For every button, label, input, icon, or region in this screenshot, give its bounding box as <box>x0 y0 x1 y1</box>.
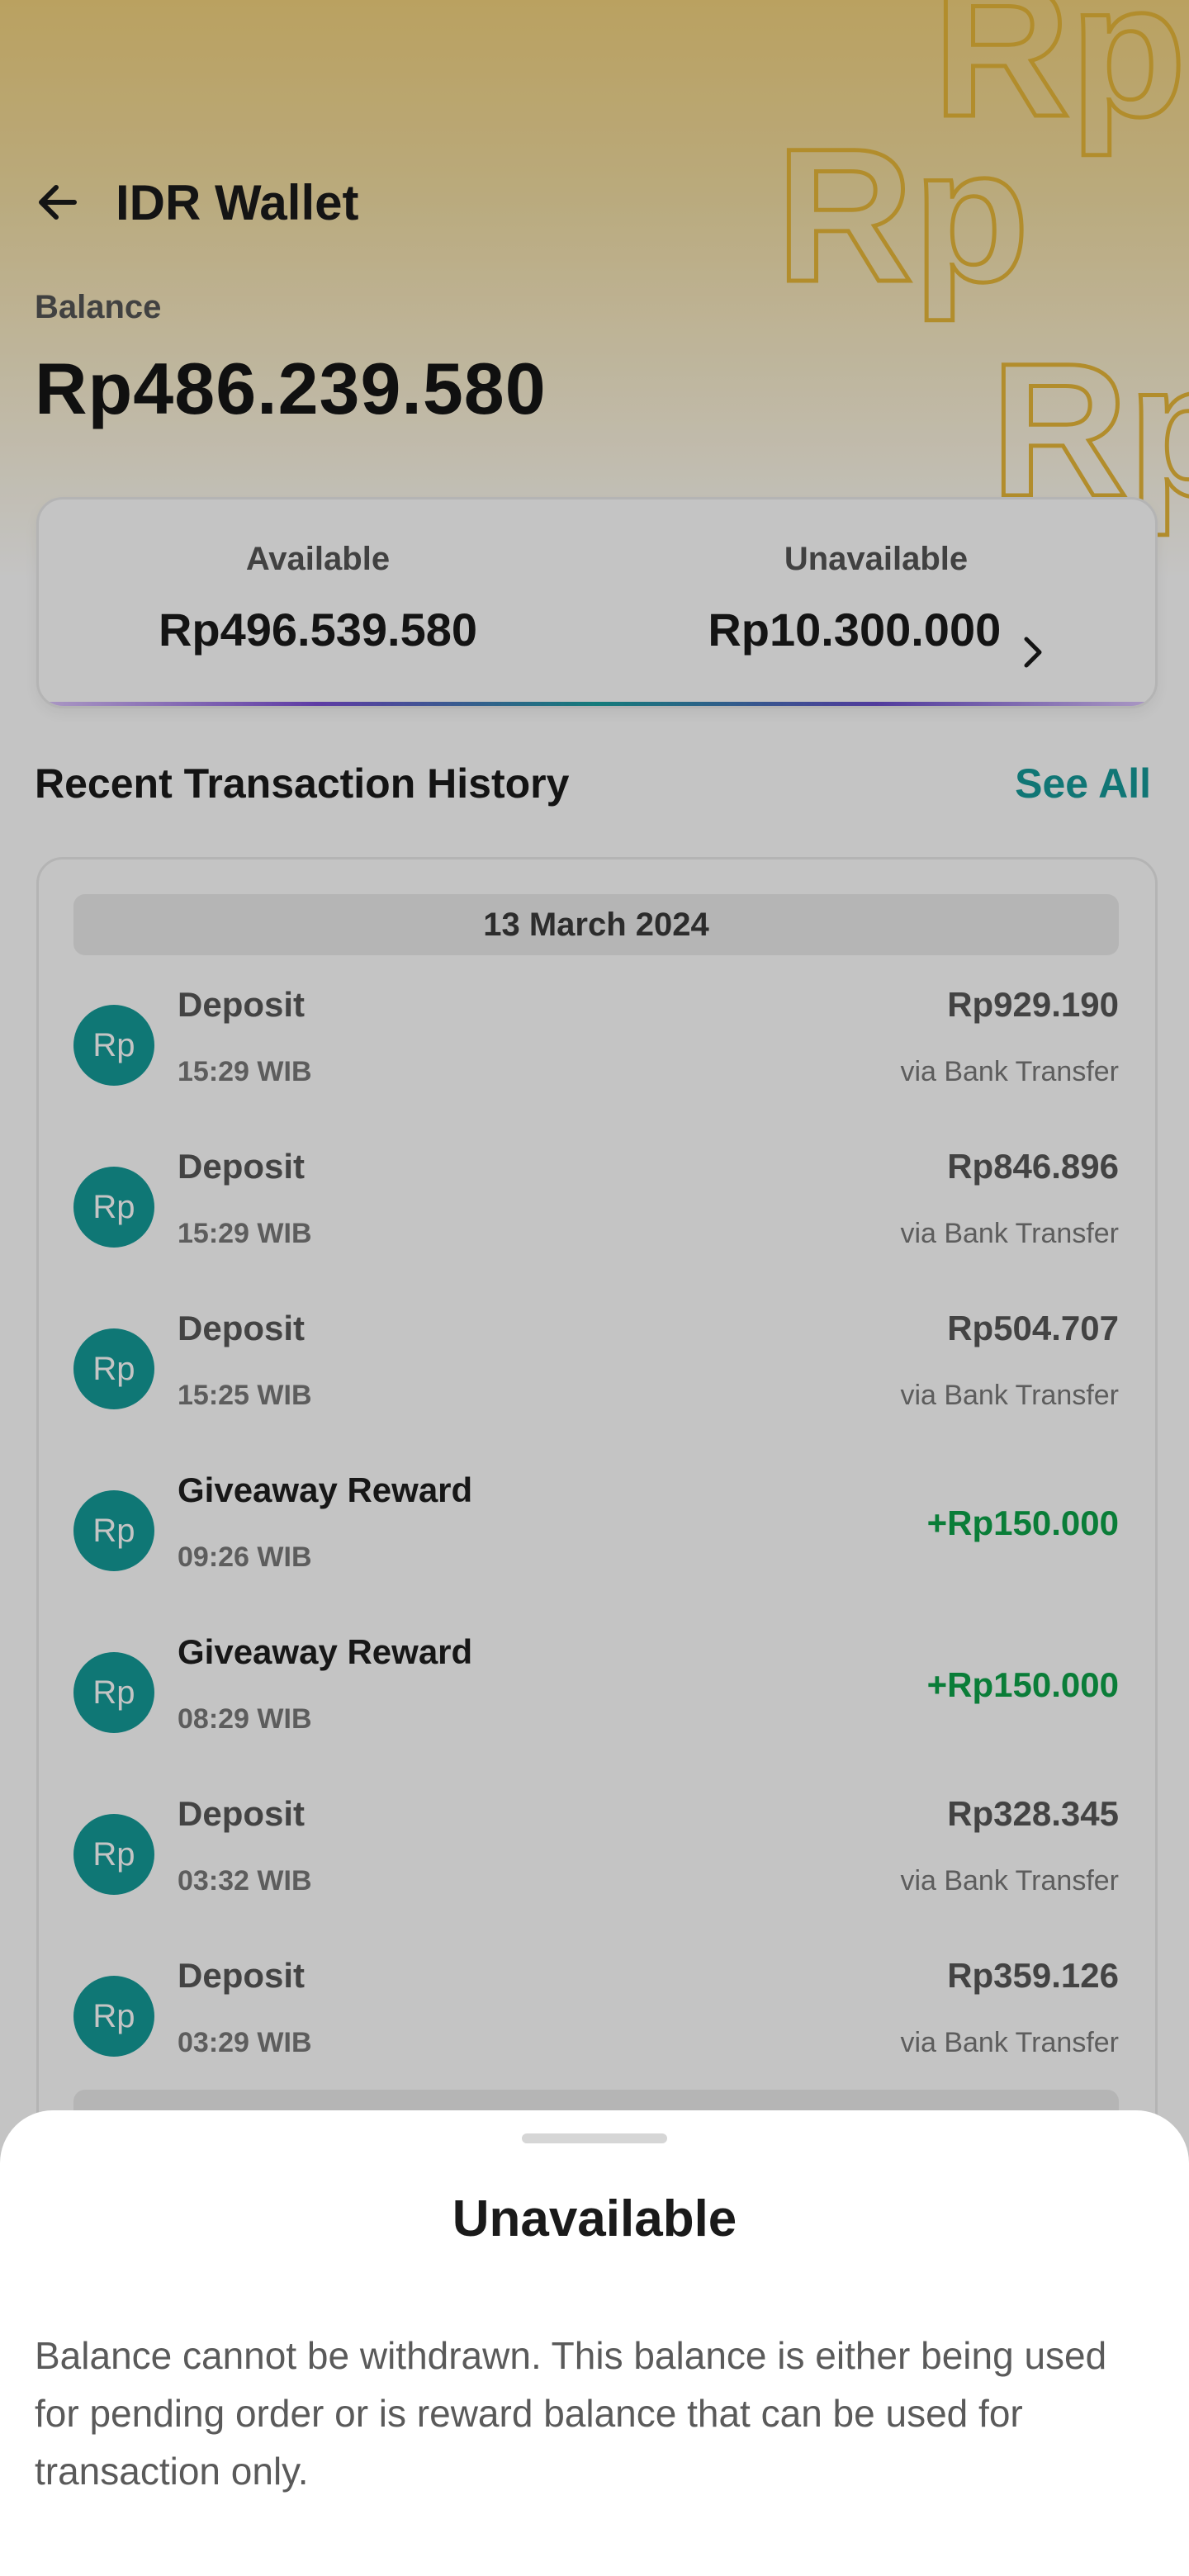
sheet-description: Balance cannot be withdrawn. This balanc… <box>35 2334 1107 2493</box>
bottom-sheet: Unavailable Balance cannot be withdrawn.… <box>0 2110 1189 2576</box>
screen: Rp Rp Rp IDR Wallet Balance Rp486.239.58… <box>0 0 1189 2576</box>
sheet-drag-handle[interactable] <box>522 2133 667 2143</box>
sheet-title: Unavailable <box>452 2190 737 2247</box>
